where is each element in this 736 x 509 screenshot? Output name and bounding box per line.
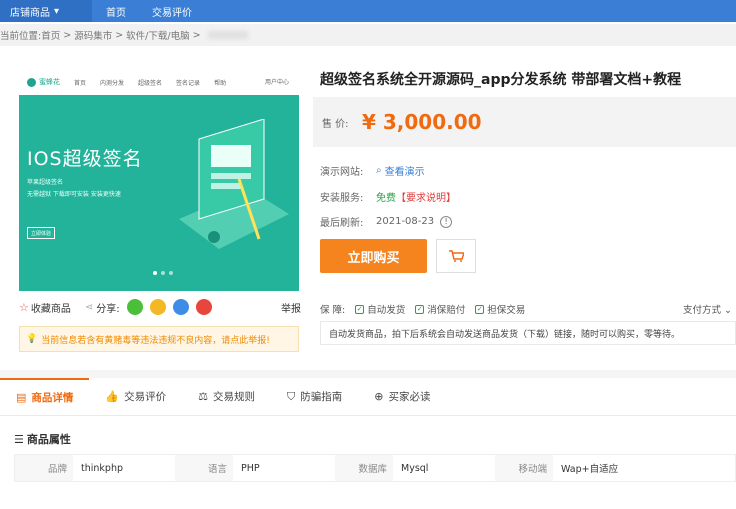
demo-row: 演示网站: ⌕ 查看演示 bbox=[320, 163, 425, 178]
thumb-icon: 👍 bbox=[105, 390, 120, 403]
guarantee-row: 保 障: ✓ 自动发货 ✓ 消保赔付 ✓ 担保交易 支付方式 ⌄ bbox=[320, 300, 736, 318]
preview-cta: 立即体验 bbox=[27, 227, 55, 239]
top-nav: 店铺商品 ▾ 首页 交易评价 bbox=[0, 0, 736, 22]
product-title: 超级签名系统全开源源码_app分发系统 带部署文档+教程 bbox=[320, 72, 682, 88]
check-icon: ✓ bbox=[415, 304, 425, 314]
preview-logo: 蜜蜂花 bbox=[27, 77, 60, 87]
tab-buyer-guide[interactable]: ⊕ 买家必读 bbox=[358, 378, 446, 416]
exclamation-icon[interactable]: ! bbox=[440, 215, 453, 228]
check-icon: ✓ bbox=[475, 304, 485, 314]
product-image[interactable]: 蜜蜂花 首页 内测分发 超级签名 签名记录 帮助 用户中心 IOS超级签名 苹果超级签名… bbox=[19, 69, 299, 291]
demo-label: 演示网站: bbox=[320, 167, 364, 178]
tab-details[interactable]: ▤ 商品详情 bbox=[0, 377, 90, 416]
attr-key: 数据库 bbox=[335, 455, 393, 481]
preview-nav: 首页 内测分发 超级签名 签名记录 帮助 bbox=[74, 79, 227, 87]
preview-subtitle-1: 苹果超级签名 bbox=[27, 179, 64, 186]
shop-menu-label: 店铺商品 bbox=[10, 7, 50, 19]
tab-reviews[interactable]: 👍 交易评价 bbox=[89, 378, 182, 416]
caret-down-icon: ▾ bbox=[54, 5, 60, 17]
service-row: 安装服务: 免费 【要求说明】 bbox=[320, 189, 456, 204]
price-box: 售 价: ¥ 3,000.00 bbox=[313, 97, 736, 147]
report-warning[interactable]: 💡 当前信息若含有黄赌毒等违法违规不良内容，请点此举报! bbox=[19, 326, 299, 352]
service-requirement-link[interactable]: 【要求说明】 bbox=[396, 189, 456, 204]
bulb-icon: 💡 bbox=[26, 334, 38, 344]
payment-method-dropdown[interactable]: 支付方式 ⌄ bbox=[683, 302, 732, 316]
search-icon: ⌕ bbox=[376, 165, 382, 176]
breadcrumb-category[interactable]: 软件/下载/电脑 bbox=[126, 28, 189, 42]
attr-key: 品牌 bbox=[15, 455, 73, 481]
breadcrumb-blurred bbox=[207, 31, 248, 39]
tab-rules[interactable]: ⚖ 交易规则 bbox=[182, 378, 271, 416]
price-label: 售 价: bbox=[322, 118, 349, 130]
favorite-button[interactable]: ☆ 收藏商品 bbox=[19, 300, 71, 315]
tab-anti-fraud[interactable]: ⛉ 防骗指南 bbox=[271, 378, 358, 416]
refresh-row: 最后刷新: 2021-08-23 ! bbox=[320, 214, 453, 229]
doc-icon: ▤ bbox=[16, 391, 27, 404]
share-icon: ⋖ bbox=[84, 301, 94, 313]
share-label: 分享: bbox=[96, 303, 120, 315]
preview-headline: IOS超级签名 bbox=[27, 148, 143, 170]
breadcrumb: 当前位置: 首页 > 源码集市 > 软件/下载/电脑 > bbox=[0, 24, 736, 46]
cart-icon bbox=[449, 250, 464, 262]
preview-site-header: 蜜蜂花 首页 内测分发 超级签名 签名记录 帮助 用户中心 bbox=[19, 69, 299, 95]
breadcrumb-home[interactable]: 首页 bbox=[41, 28, 60, 42]
breadcrumb-prefix: 当前位置: bbox=[0, 31, 42, 42]
favorite-label: 收藏商品 bbox=[30, 303, 71, 315]
service-value: 免费 bbox=[376, 193, 396, 204]
shop-products-menu[interactable]: 店铺商品 ▾ bbox=[0, 0, 92, 22]
attr-value: Wap+自适应 bbox=[561, 464, 619, 475]
attributes-title: ☰ 商品属性 bbox=[14, 432, 71, 447]
warning-text: 当前信息若含有黄赌毒等违法违规不良内容，请点此举报! bbox=[41, 335, 270, 346]
guarantee-compensation: ✓ 消保赔付 bbox=[415, 304, 466, 316]
refresh-date: 2021-08-23 bbox=[376, 216, 435, 227]
shield-icon: ⛉ bbox=[286, 389, 296, 403]
attr-value: PHP bbox=[241, 462, 260, 474]
attr-key: 移动端 bbox=[495, 455, 553, 481]
price-value: ¥ 3,000.00 bbox=[362, 110, 482, 134]
phone-illustration bbox=[179, 119, 289, 249]
breadcrumb-market[interactable]: 源码集市 bbox=[74, 28, 112, 42]
wechat-icon[interactable] bbox=[126, 299, 143, 315]
guarantee-escrow: ✓ 担保交易 bbox=[475, 304, 526, 316]
nav-reviews[interactable]: 交易评价 bbox=[140, 4, 204, 19]
attr-value: thinkphp bbox=[81, 462, 123, 474]
attr-value: Mysql bbox=[401, 462, 429, 474]
demo-link[interactable]: 查看演示 bbox=[385, 163, 425, 178]
attributes-table: 品牌 thinkphp 语言 PHP 数据库 Mysql 移动端 Wap+自适应 bbox=[14, 454, 736, 482]
scale-icon: ⚖ bbox=[198, 390, 208, 403]
qq-icon[interactable] bbox=[172, 299, 189, 315]
guarantee-label: 保 障: bbox=[320, 305, 346, 316]
preview-account: 用户中心 bbox=[264, 79, 289, 86]
attr-key: 语言 bbox=[175, 455, 233, 481]
nav-home[interactable]: 首页 bbox=[94, 4, 138, 19]
guarantee-auto-delivery: ✓ 自动发货 bbox=[355, 304, 406, 316]
share-row: ☆ 收藏商品 ⋖ 分享: 举报 bbox=[19, 298, 301, 316]
chevron-down-icon: ⌄ bbox=[724, 305, 732, 316]
detail-tabs: ▤ 商品详情 👍 交易评价 ⚖ 交易规则 ⛉ 防骗指南 ⊕ 买家必读 bbox=[0, 377, 736, 416]
share-group: ⋖ 分享: bbox=[85, 299, 212, 315]
list-search-icon: ☰ bbox=[14, 432, 24, 446]
delivery-notice: 自动发货商品，拍下后系统会自动发送商品发货（下载）链接，随时可以购买，零等待。 bbox=[320, 321, 736, 345]
buy-now-button[interactable]: 立即购买 bbox=[320, 239, 427, 273]
add-to-cart-button[interactable] bbox=[436, 239, 476, 273]
star-icon: ☆ bbox=[19, 300, 29, 314]
carousel-dots[interactable] bbox=[153, 271, 173, 275]
plus-circle-icon: ⊕ bbox=[374, 390, 384, 403]
report-link[interactable]: 举报 bbox=[281, 300, 301, 315]
qzone-icon[interactable] bbox=[149, 299, 166, 315]
check-icon: ✓ bbox=[355, 304, 365, 314]
service-label: 安装服务: bbox=[320, 193, 364, 204]
refresh-label: 最后刷新: bbox=[320, 218, 364, 229]
preview-subtitle-2: 无需越狱 下载即可安装 安装更快速 bbox=[27, 191, 121, 198]
weibo-icon[interactable] bbox=[195, 299, 212, 315]
